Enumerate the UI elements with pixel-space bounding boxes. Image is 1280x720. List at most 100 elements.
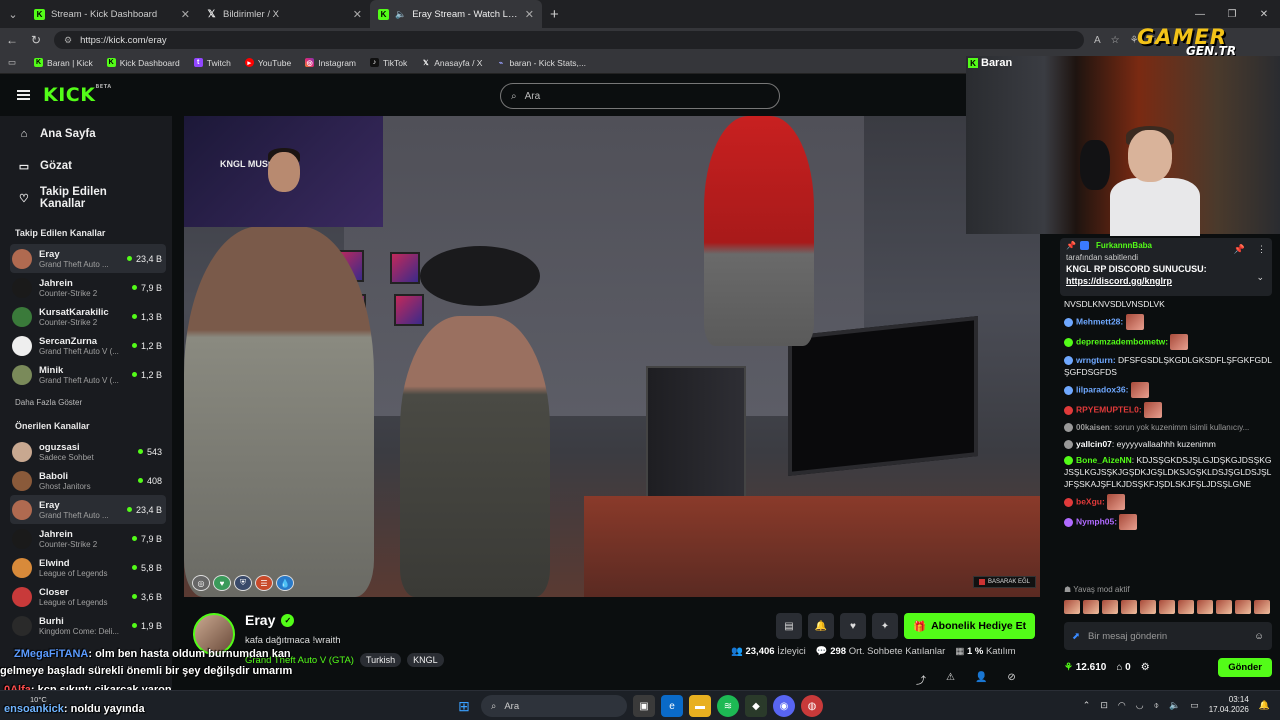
minimize-button[interactable]: —	[1184, 0, 1216, 28]
bookmark-youtube[interactable]: ▸ YouTube	[239, 58, 297, 68]
hide-icon[interactable]: ⊘	[1007, 672, 1015, 687]
follow-heart-icon[interactable]: ♥	[840, 613, 866, 639]
send-button[interactable]: Gönder	[1218, 657, 1272, 677]
recommended-channel-item[interactable]: Burhi Kingdom Come: Deli... 1,9 B	[0, 611, 172, 640]
chat-username[interactable]: lilparadox36:	[1076, 384, 1131, 394]
discord-icon[interactable]: ◉	[773, 695, 795, 717]
recommended-channel-item[interactable]: Elwind League of Legends 5,8 B	[0, 553, 172, 582]
microphone-icon[interactable]: ⌽	[1154, 700, 1159, 711]
bookmark-x-home[interactable]: 𝕏 Anasayfa / X	[415, 58, 488, 68]
followed-channel-item[interactable]: Eray Grand Theft Auto ... 23,4 B	[10, 244, 166, 273]
emote[interactable]	[1254, 600, 1270, 614]
recommended-channel-item[interactable]: Jahrein Counter-Strike 2 7,9 B	[0, 524, 172, 553]
headphones-icon[interactable]: ◡	[1136, 700, 1144, 711]
close-icon[interactable]: ✕	[353, 8, 362, 21]
report-icon[interactable]: ⚠	[946, 672, 955, 687]
sidebar-nav-following[interactable]: ♡ Takip Edilen Kanallar	[0, 182, 172, 214]
tab-eray-stream[interactable]: K 🔈 Eray Stream - Watch Live on K ✕	[370, 0, 542, 28]
emote[interactable]	[1178, 600, 1194, 614]
notification-bell-icon[interactable]: 🔔	[808, 613, 834, 639]
sidebar-nav-home[interactable]: ⌂ Ana Sayfa	[0, 118, 172, 150]
gift-subscription-button[interactable]: 🎁 Abonelik Hediye Et	[904, 613, 1036, 639]
chevron-down-icon[interactable]: ⌄	[1256, 272, 1264, 283]
emote[interactable]	[1083, 600, 1099, 614]
reload-button[interactable]: ↻	[24, 33, 48, 47]
tab-search-icon[interactable]: ⌄	[0, 0, 26, 28]
followed-channel-item[interactable]: Jahrein Counter-Strike 2 7,9 B	[0, 273, 172, 302]
smiley-icon[interactable]: ☺	[1254, 631, 1264, 642]
emoji-picker-icon[interactable]: ⬈	[1072, 631, 1080, 642]
more-options-icon[interactable]: ⋮	[1257, 244, 1266, 255]
emote[interactable]	[1235, 600, 1251, 614]
bookmark-kick-dashboard[interactable]: K Kick Dashboard	[101, 58, 186, 68]
chevron-up-icon[interactable]: ⌃	[1083, 700, 1091, 711]
user-icon[interactable]: 👤	[975, 672, 987, 687]
tag-turkish[interactable]: Turkish	[359, 653, 402, 667]
emote[interactable]	[1216, 600, 1232, 614]
site-info-icon[interactable]: ⚙	[64, 35, 72, 46]
emote[interactable]	[1102, 600, 1118, 614]
spotify-icon[interactable]: ≋	[717, 695, 739, 717]
new-tab-button[interactable]: +	[542, 6, 567, 23]
show-more-link[interactable]: Daha Fazla Göster	[0, 389, 172, 411]
menu-icon[interactable]	[17, 90, 30, 100]
tab-kick-dashboard[interactable]: K Stream - Kick Dashboard ✕	[26, 0, 198, 28]
battery-icon[interactable]: ▭	[1190, 700, 1199, 711]
back-button[interactable]: ←	[0, 33, 24, 47]
url-field[interactable]: ⚙ https://kick.com/eray	[54, 31, 1084, 49]
edge-icon[interactable]: e	[661, 695, 683, 717]
followed-channel-item[interactable]: SercanZurna Grand Theft Auto V (... 1,2 B	[0, 331, 172, 360]
sidebar-nav-browse[interactable]: ▭ Gözat	[0, 150, 172, 182]
kick-logo[interactable]: KICKBETA	[43, 84, 112, 106]
tab-x-notifications[interactable]: 𝕏 Bildirimler / X ✕	[198, 0, 370, 28]
recommended-channel-item[interactable]: Eray Grand Theft Auto ... 23,4 B	[10, 495, 166, 524]
folder-icon[interactable]: ▬	[689, 695, 711, 717]
channel-points[interactable]: ⚘ 12.610	[1064, 662, 1106, 673]
tag-kngl[interactable]: KNGL	[407, 653, 444, 667]
chat-username[interactable]: beXgu:	[1076, 496, 1107, 506]
volume-icon[interactable]: 🔈	[1169, 700, 1180, 711]
chat-username[interactable]: yallcin07	[1076, 439, 1112, 449]
chat-username[interactable]: Nymph05:	[1076, 516, 1119, 526]
maximize-button[interactable]: ❐	[1216, 0, 1248, 28]
share-icon[interactable]: ⤴	[916, 672, 926, 687]
wifi-icon[interactable]: ◠	[1118, 700, 1126, 711]
chat-input[interactable]: ⬈ Bir mesaj gönderin ☺	[1064, 622, 1272, 650]
clip-button[interactable]: ▤	[776, 613, 802, 639]
emote[interactable]	[1064, 600, 1080, 614]
bookmark-baran-kick[interactable]: K Baran | Kick	[28, 58, 99, 68]
notification-icon[interactable]: 🔔	[1259, 700, 1270, 711]
close-icon[interactable]: ✕	[525, 8, 534, 21]
chrome-icon[interactable]: ◍	[801, 695, 823, 717]
chat-username[interactable]: depremzadembometw:	[1076, 336, 1170, 346]
search-input[interactable]: ⌕ Ara	[500, 83, 780, 109]
recommended-channel-item[interactable]: Closer League of Legends 3,6 B	[0, 582, 172, 611]
windows-start-icon[interactable]: ⊞	[453, 695, 475, 717]
emote[interactable]	[1159, 600, 1175, 614]
pinned-username[interactable]: FurkannnBaba	[1096, 241, 1152, 250]
chat-username[interactable]: 00kaisen	[1076, 423, 1110, 432]
settings-icon[interactable]: ⚙	[1141, 662, 1150, 673]
followed-channel-item[interactable]: Minik Grand Theft Auto V (... 1,2 B	[0, 360, 172, 389]
taskbar-search[interactable]: ⌕ Ara	[481, 695, 627, 717]
close-icon[interactable]: ✕	[181, 8, 190, 21]
bookmark-tiktok[interactable]: ♪ TikTok	[364, 58, 413, 68]
emote[interactable]	[1121, 600, 1137, 614]
chat-username[interactable]: Mehmett28:	[1076, 316, 1126, 326]
bookmark-instagram[interactable]: ◎ Instagram	[299, 58, 362, 68]
recommended-channel-item[interactable]: Baboli Ghost Janitors 408	[0, 466, 172, 495]
read-aloud-icon[interactable]: A	[1094, 35, 1101, 46]
followed-channel-item[interactable]: KursatKarakilic Counter-Strike 2 1,3 B	[0, 302, 172, 331]
bookmark-kick-stats[interactable]: ⌁ baran - Kick Stats,...	[490, 58, 592, 68]
close-window-button[interactable]: ✕	[1248, 0, 1280, 28]
emote[interactable]	[1197, 600, 1213, 614]
kick-app-icon[interactable]: ◆	[745, 695, 767, 717]
task-view-icon[interactable]: ▣	[633, 695, 655, 717]
chat-username[interactable]: Bone_AizeNN	[1076, 455, 1132, 465]
favorite-star-icon[interactable]: ☆	[1111, 35, 1120, 46]
recommended-channel-item[interactable]: oguzsasi Sadece Sohbet 543	[0, 437, 172, 466]
channel-name[interactable]: Eray	[245, 612, 275, 628]
box-counter[interactable]: ⌂ 0	[1116, 662, 1130, 673]
gamepad-icon[interactable]: ⊡	[1100, 700, 1108, 711]
reading-list-icon[interactable]: ▭	[8, 57, 16, 68]
